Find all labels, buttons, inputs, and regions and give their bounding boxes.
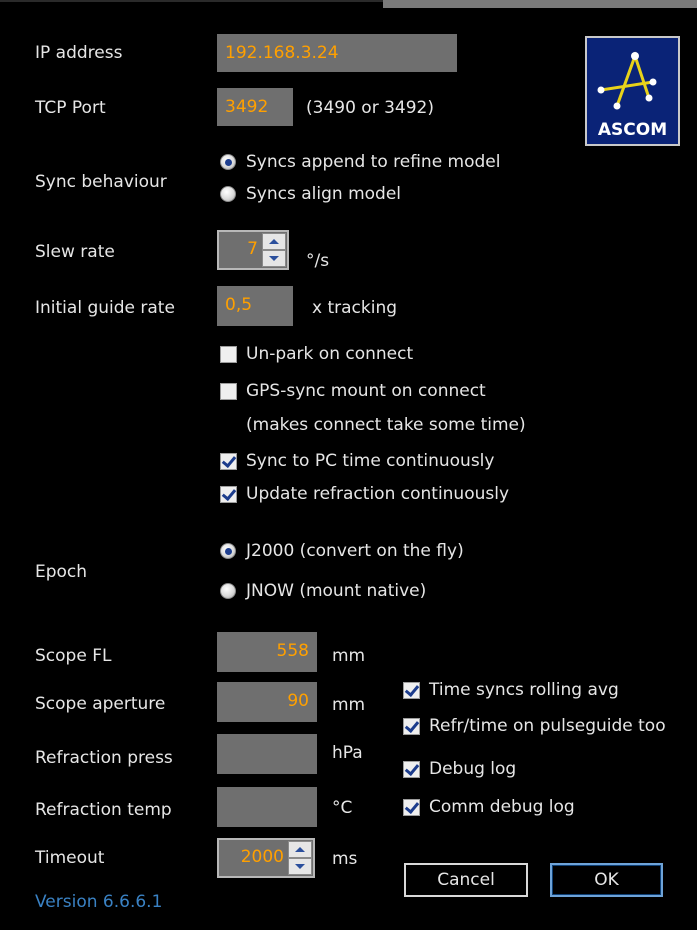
checkbox-checked-icon[interactable] [403, 798, 420, 816]
title-bar-strip [383, 0, 697, 8]
slew-rate-unit: °/s [306, 251, 330, 271]
scope-aperture-input[interactable]: 90 [217, 682, 317, 722]
checkbox-checked-icon[interactable] [403, 717, 420, 735]
sync-append-label: Syncs append to refine model [246, 152, 501, 172]
sync-align-label: Syncs align model [246, 184, 402, 204]
tcp-port-input[interactable]: 3492 [217, 88, 293, 126]
slew-rate-label: Slew rate [35, 242, 115, 262]
gps-sync-note: (makes connect take some time) [246, 415, 526, 435]
radio-unselected-icon[interactable] [220, 186, 236, 202]
time-syncs-avg-checkbox[interactable]: Time syncs rolling avg [403, 680, 619, 700]
initial-guide-rate-input[interactable]: 0,5 [217, 286, 293, 326]
epoch-jnow-label: JNOW (mount native) [246, 581, 427, 601]
spin-up-icon[interactable] [262, 233, 286, 250]
cancel-button[interactable]: Cancel [404, 863, 528, 897]
refraction-press-input[interactable] [217, 734, 317, 774]
refr-pulseguide-label: Refr/time on pulseguide too [429, 716, 666, 736]
unpark-on-connect-label: Un-park on connect [246, 344, 414, 364]
timeout-label: Timeout [35, 848, 105, 868]
timeout-value[interactable]: 2000 [219, 840, 287, 876]
scope-fl-input[interactable]: 558 [217, 632, 317, 672]
title-bar [0, 0, 697, 22]
ok-button[interactable]: OK [550, 863, 663, 897]
initial-guide-rate-label: Initial guide rate [35, 298, 175, 318]
slew-rate-value[interactable]: 7 [219, 232, 261, 268]
refraction-press-unit: hPa [332, 743, 363, 763]
scope-aperture-unit: mm [332, 695, 366, 715]
ascom-logo-text: ASCOM [597, 120, 668, 140]
refraction-press-label: Refraction press [35, 748, 173, 768]
time-syncs-avg-label: Time syncs rolling avg [429, 680, 619, 700]
sync-pc-time-checkbox[interactable]: Sync to PC time continuously [220, 451, 494, 471]
checkbox-checked-icon[interactable] [403, 760, 420, 778]
epoch-j2000-label: J2000 (convert on the fly) [246, 541, 464, 561]
comm-debug-log-checkbox[interactable]: Comm debug log [403, 797, 575, 817]
spin-down-icon[interactable] [288, 858, 312, 875]
refraction-temp-unit: °C [332, 798, 353, 818]
debug-log-checkbox[interactable]: Debug log [403, 759, 516, 779]
checkbox-unchecked-icon[interactable] [220, 382, 237, 400]
checkbox-checked-icon[interactable] [403, 681, 420, 699]
epoch-j2000-radio[interactable]: J2000 (convert on the fly) [220, 541, 464, 561]
ascom-star-icon [597, 51, 657, 110]
version-label: Version 6.6.6.1 [35, 892, 163, 912]
epoch-label: Epoch [35, 562, 88, 582]
update-refraction-label: Update refraction continuously [246, 484, 510, 504]
guide-rate-unit: x tracking [312, 298, 398, 318]
radio-selected-icon[interactable] [220, 154, 236, 170]
sync-pc-time-label: Sync to PC time continuously [246, 451, 495, 471]
refraction-temp-label: Refraction temp [35, 800, 172, 820]
refr-pulseguide-checkbox[interactable]: Refr/time on pulseguide too [403, 716, 666, 736]
update-refraction-checkbox[interactable]: Update refraction continuously [220, 484, 509, 504]
title-bar-left-edge [0, 0, 383, 2]
sync-behaviour-label: Sync behaviour [35, 172, 167, 192]
spin-up-icon[interactable] [288, 841, 312, 858]
radio-unselected-icon[interactable] [220, 583, 236, 599]
gps-sync-checkbox[interactable]: GPS-sync mount on connect [220, 381, 486, 401]
refraction-temp-input[interactable] [217, 787, 317, 827]
scope-fl-unit: mm [332, 646, 366, 666]
checkbox-unchecked-icon[interactable] [220, 345, 237, 363]
timeout-unit: ms [332, 849, 358, 869]
tcp-port-label: TCP Port [35, 98, 106, 118]
ip-address-input[interactable]: 192.168.3.24 [217, 34, 457, 72]
epoch-jnow-radio[interactable]: JNOW (mount native) [220, 581, 426, 601]
sync-append-radio[interactable]: Syncs append to refine model [220, 152, 501, 172]
debug-log-label: Debug log [429, 759, 517, 779]
slew-rate-spinbox[interactable]: 7 [217, 230, 289, 270]
radio-selected-icon[interactable] [220, 543, 236, 559]
ascom-logo: ASCOM [585, 36, 680, 146]
tcp-port-hint: (3490 or 3492) [306, 98, 434, 118]
scope-fl-label: Scope FL [35, 646, 112, 666]
unpark-on-connect-checkbox[interactable]: Un-park on connect [220, 344, 413, 364]
sync-align-radio[interactable]: Syncs align model [220, 184, 401, 204]
gps-sync-label: GPS-sync mount on connect [246, 381, 486, 401]
checkbox-checked-icon[interactable] [220, 452, 237, 470]
scope-aperture-label: Scope aperture [35, 694, 166, 714]
timeout-spinbox[interactable]: 2000 [217, 838, 315, 878]
checkbox-checked-icon[interactable] [220, 485, 237, 503]
spin-down-icon[interactable] [262, 250, 286, 267]
comm-debug-log-label: Comm debug log [429, 797, 575, 817]
ip-address-label: IP address [35, 43, 123, 63]
